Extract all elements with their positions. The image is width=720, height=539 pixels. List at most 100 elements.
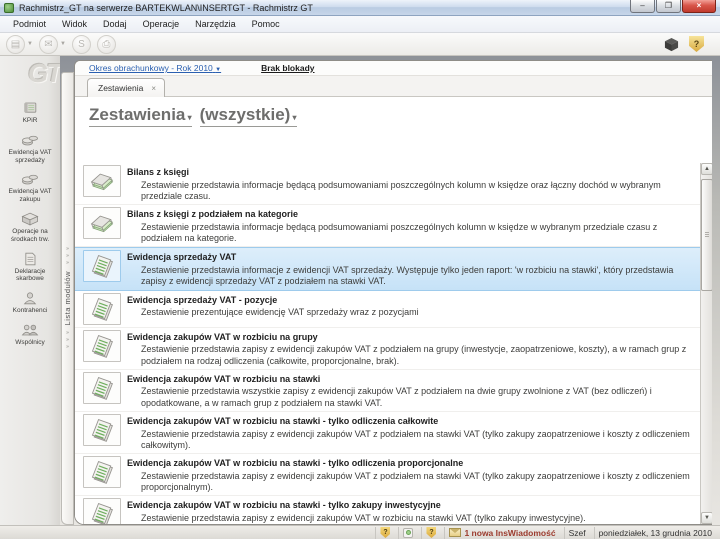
sidebar-item-label: Wspólnicy — [0, 339, 60, 347]
report-icon-box: SQL — [83, 293, 121, 325]
vertical-scrollbar[interactable]: ▲ ▼ — [700, 163, 712, 524]
report-title: Ewidencja zakupów VAT w rozbiciu na staw… — [127, 374, 320, 384]
module-icon — [20, 132, 40, 148]
chevron-down-icon[interactable]: ▼ — [60, 41, 66, 47]
window-controls: – ❐ × — [630, 0, 716, 13]
module-icon — [20, 290, 40, 306]
insert-s-icon: S — [72, 35, 91, 54]
report-list-item[interactable]: SQL Ewidencja sprzedaży VAT Zestawienie … — [75, 247, 700, 290]
sidebar-item[interactable]: Deklaracje skarbowe — [0, 251, 60, 284]
chevron-down-icon: ▾ — [185, 113, 191, 122]
close-button[interactable]: × — [682, 0, 716, 13]
context-links-row: Okres obrachunkowy - Rok 2010 ▼ Brak blo… — [75, 61, 712, 76]
menu-item[interactable]: Narzędzia — [188, 17, 243, 31]
scrollbar-thumb[interactable] — [701, 179, 712, 291]
toolbar-right: ? — [664, 36, 714, 52]
gt-logo: GT — [28, 58, 60, 89]
report-icon-box: SQL — [83, 207, 121, 239]
toolbar: ▤ ▼ ✉ ▼ S ⎙ ? — [0, 33, 720, 56]
sidebar-item[interactable]: Operacje na środkach trw. — [0, 211, 60, 244]
chevron-down-icon: ▾ — [290, 113, 296, 122]
heading-main-dropdown[interactable]: Zestawienia ▾ — [89, 105, 192, 127]
status-question-cell[interactable]: ? — [421, 527, 440, 539]
minimize-button[interactable]: – — [630, 0, 655, 13]
report-description: Zestawienie przedstawia zapisy z ewidenc… — [127, 471, 696, 494]
new-document-button[interactable]: ▤ ▼ — [6, 35, 33, 54]
report-list-item[interactable]: SQL Ewidencja zakupów VAT w rozbiciu na … — [75, 496, 700, 524]
sidebar-item[interactable]: KPiR — [0, 100, 60, 125]
sidebar-item[interactable]: Ewidencja VAT sprzedaży — [0, 132, 60, 165]
report-list-item[interactable]: SQL Ewidencja zakupów VAT w rozbiciu na … — [75, 370, 700, 412]
report-list-item[interactable]: SQL Ewidencja zakupów VAT w rozbiciu na … — [75, 454, 700, 496]
status-user-cell: Szef — [564, 527, 590, 539]
print-button[interactable]: ⎙ — [97, 35, 116, 54]
menu-item[interactable]: Pomoc — [245, 17, 287, 31]
module-icon — [20, 322, 40, 338]
cube-icon[interactable] — [664, 37, 679, 52]
module-strip-label: Lista modułów — [63, 271, 72, 325]
menu-item[interactable]: Podmiot — [6, 17, 53, 31]
scroll-down-arrow[interactable]: ▼ — [701, 512, 712, 524]
report-list-item[interactable]: SQL Bilans z księgi z podziałem na kateg… — [75, 205, 700, 247]
chevron-down-icon[interactable]: ▼ — [27, 41, 33, 47]
report-icon-box: SQL — [83, 330, 121, 362]
menu-item[interactable]: Operacje — [136, 17, 187, 31]
page-heading: Zestawienia ▾ (wszystkie) ▾ — [75, 97, 712, 131]
sidebar-item-label: Deklaracje skarbowe — [0, 268, 60, 284]
shield-question-icon: ? — [380, 527, 390, 538]
insert-s-button[interactable]: S — [72, 35, 91, 54]
report-icon-box: SQL — [83, 456, 121, 488]
report-description: Zestawienie przedstawia zapisy z ewidenc… — [127, 429, 696, 452]
chevron-right-icon: »»» — [66, 330, 69, 351]
report-icon-box: SQL — [83, 165, 121, 197]
report-list-item[interactable]: SQL Ewidencja sprzedaży VAT - pozycje Ze… — [75, 291, 700, 328]
report-title: Bilans z księgi z podziałem na kategorie — [127, 209, 298, 219]
menu-item[interactable]: Dodaj — [96, 17, 134, 31]
heading-filter-dropdown[interactable]: (wszystkie) ▾ — [200, 105, 297, 127]
report-description: Zestawienie przedstawia zapisy z ewidenc… — [127, 344, 696, 367]
help-shield-icon[interactable]: ? — [689, 36, 704, 52]
report-description: Zestawienie przedstawia informacje będąc… — [127, 222, 696, 245]
printer-icon: ⎙ — [97, 35, 116, 54]
sidebar-item[interactable]: Wspólnicy — [0, 322, 60, 347]
new-document-icon: ▤ — [6, 35, 25, 54]
restore-button[interactable]: ❐ — [656, 0, 681, 13]
sidebar-item-label: Operacje na środkach trw. — [0, 228, 60, 244]
report-list-item[interactable]: SQL Ewidencja zakupów VAT w rozbiciu na … — [75, 412, 700, 454]
close-icon[interactable]: × — [151, 84, 156, 93]
sidebar-item-label: Ewidencja VAT zakupu — [0, 188, 60, 204]
inswiadomosc-message: 1 nowa InsWiadomość — [464, 528, 555, 538]
report-description: Zestawienie prezentujące ewidencję VAT s… — [127, 307, 696, 318]
report-title: Ewidencja zakupów VAT w rozbiciu na grup… — [127, 332, 318, 342]
tab-zestawienia[interactable]: Zestawienia × — [87, 78, 165, 97]
report-list-item[interactable]: SQL Bilans z księgi Zestawienie przedsta… — [75, 163, 700, 205]
report-description: Zestawienie przedstawia zapisy z ewidenc… — [127, 513, 696, 524]
report-list-item[interactable]: SQL Ewidencja zakupów VAT w rozbiciu na … — [75, 328, 700, 370]
module-list: KPiR Ewidencja VAT sprzedaży — [0, 100, 60, 354]
status-message-cell[interactable]: 1 nowa InsWiadomość — [444, 527, 559, 539]
report-title: Ewidencja sprzedaży VAT - pozycje — [127, 295, 277, 305]
sidebar-item[interactable]: Kontrahenci — [0, 290, 60, 315]
app-icon — [4, 3, 14, 13]
report-description: Zestawienie przedstawia informacje będąc… — [127, 180, 696, 203]
mail-icon — [449, 528, 461, 537]
module-strip[interactable]: »»» Lista modułów »»» — [61, 72, 74, 525]
sidebar-item[interactable]: Ewidencja VAT zakupu — [0, 171, 60, 204]
shield-question-icon: ? — [426, 527, 436, 538]
menu-item[interactable]: Widok — [55, 17, 94, 31]
report-icon-box: SQL — [83, 372, 121, 404]
accounting-period-link[interactable]: Okres obrachunkowy - Rok 2010 ▼ — [89, 63, 221, 73]
lock-status-link[interactable]: Brak blokady — [261, 63, 314, 73]
report-icon-box: SQL — [83, 414, 121, 446]
report-title: Ewidencja sprzedaży VAT — [127, 252, 236, 262]
status-connection-cell[interactable] — [398, 527, 417, 539]
menu-bar: PodmiotWidokDodajOperacjeNarzędziaPomoc — [0, 16, 720, 33]
status-help-cell[interactable]: ? — [375, 527, 394, 539]
scroll-up-arrow[interactable]: ▲ — [701, 163, 712, 175]
report-icon-box: SQL — [83, 498, 121, 524]
report-icon-box: SQL — [83, 250, 121, 282]
open-envelope-button[interactable]: ✉ ▼ — [39, 35, 66, 54]
status-date-cell: poniedziałek, 13 grudnia 2010 — [594, 527, 716, 539]
main-panel: Okres obrachunkowy - Rok 2010 ▼ Brak blo… — [74, 60, 712, 525]
envelope-icon: ✉ — [39, 35, 58, 54]
